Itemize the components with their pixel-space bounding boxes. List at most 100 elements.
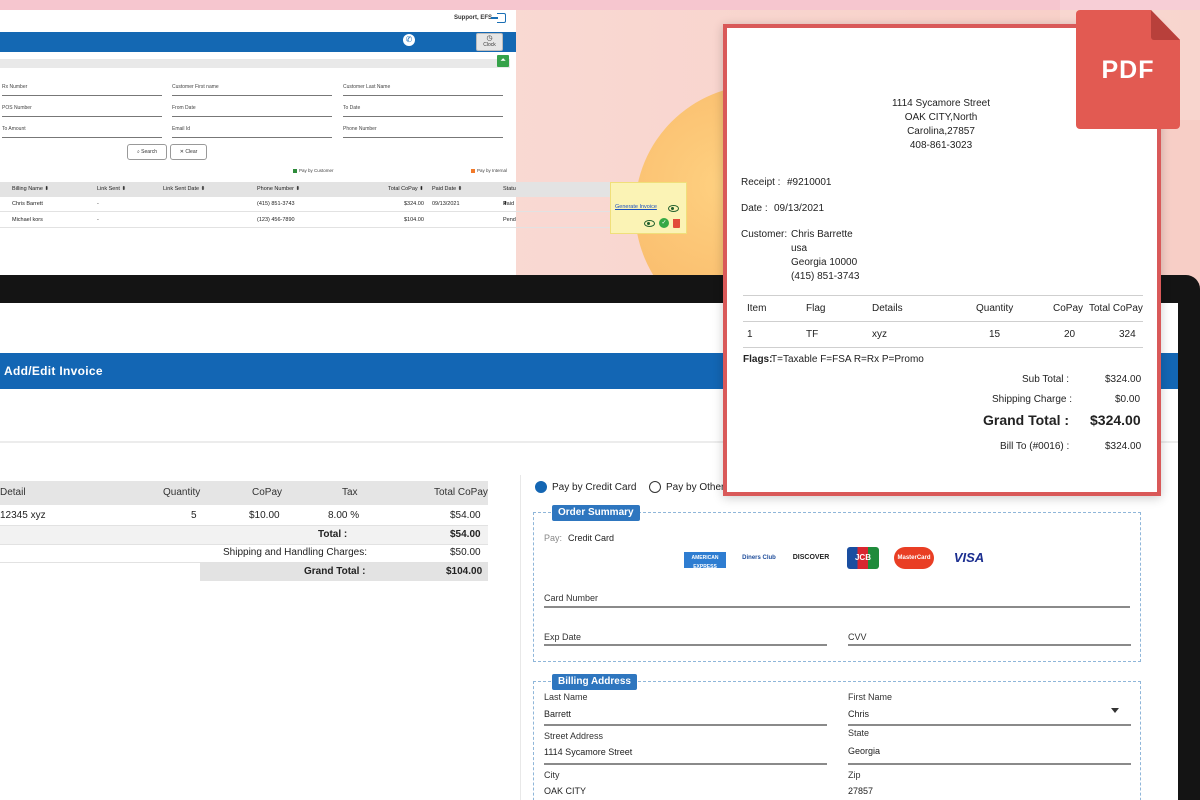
item-quantity: 5 xyxy=(191,510,197,521)
last-name-value[interactable]: Barrett xyxy=(544,709,571,719)
billing-address-section: Billing Address Last Name Barrett First … xyxy=(533,674,1141,800)
item-number: 1 xyxy=(747,329,753,340)
item-details: xyz xyxy=(872,329,887,340)
total-label: Total : xyxy=(318,529,348,540)
item-flag: TF xyxy=(806,329,819,340)
filter-to-date[interactable]: To Date xyxy=(343,103,503,117)
search-button[interactable]: ⌕ Search xyxy=(127,144,167,160)
invoice-list-panel: Support, EFS ✆ Clock ⏶ Rx Number Custome… xyxy=(0,10,516,275)
jcb-icon: JCB xyxy=(847,547,879,569)
flags-label: Flags: xyxy=(743,354,773,365)
cvv-field[interactable] xyxy=(848,644,1131,646)
bill-to-label: Bill To (#0016) : xyxy=(1000,441,1070,452)
clock-button[interactable]: Clock xyxy=(476,33,503,51)
zip-label: Zip xyxy=(848,770,861,780)
grand-total-label: Grand Total : xyxy=(304,566,366,577)
grand-total-value: $104.00 xyxy=(446,566,483,577)
eye-icon[interactable] xyxy=(644,220,655,227)
item-total: 324 xyxy=(1119,329,1136,340)
col-quantity: Quantity xyxy=(976,303,1014,314)
pay-credit-card-radio[interactable] xyxy=(535,481,547,493)
pay-credit-card-label[interactable]: Pay by Credit Card xyxy=(552,482,636,493)
state-select[interactable] xyxy=(848,763,1131,765)
flags-text: T=Taxable F=FSA R=Rx P=Promo xyxy=(771,354,924,365)
pdf-badge-text: PDF xyxy=(1101,56,1155,84)
shipping-value: $0.00 xyxy=(1115,394,1141,405)
top-nav-bar xyxy=(0,32,516,52)
phone-icon[interactable]: ✆ xyxy=(403,34,415,46)
item-total: $54.00 xyxy=(450,510,481,521)
filter-first-name[interactable]: Customer First name xyxy=(172,82,332,96)
trash-icon[interactable] xyxy=(673,219,680,228)
filter-rx-number[interactable]: Rx Number xyxy=(2,82,162,96)
customer-region: Georgia 10000 xyxy=(791,257,858,268)
col-flag: Flag xyxy=(806,303,826,314)
filter-to-amount[interactable]: To Amount xyxy=(2,124,162,138)
card-number-field[interactable] xyxy=(544,606,1130,608)
row-name: Chris Barrett xyxy=(12,201,43,207)
visa-icon: VISA xyxy=(953,550,985,565)
col-paid-date[interactable]: Paid Date ⬍ xyxy=(432,182,462,197)
last-name-field[interactable] xyxy=(544,724,827,726)
receipt-table-row: 1 TF xyz 15 20 324 xyxy=(743,322,1143,348)
page-title: Add/Edit Invoice xyxy=(4,364,103,378)
state-value[interactable]: Georgia xyxy=(848,746,880,756)
table-header: Detail Quantity CoPay Tax Total CoPay xyxy=(0,481,488,505)
table-row: Michael kors - (123) 456-7890 $104.00 Pe… xyxy=(0,213,516,228)
col-billing-name[interactable]: Billing Name ⬍ xyxy=(12,182,49,197)
receipt-address-line2: OAK CITY,North xyxy=(904,112,978,123)
billing-address-tag: Billing Address xyxy=(552,674,637,690)
clear-button[interactable]: ✕ Clear xyxy=(170,144,207,160)
col-detail: Detail xyxy=(0,487,26,498)
total-row-bg xyxy=(0,525,488,544)
col-total-copay[interactable]: Total CoPay ⬍ xyxy=(388,182,424,197)
zip-value[interactable]: 27857 xyxy=(848,786,873,796)
clear-label: Clear xyxy=(185,149,198,155)
bill-to-value: $324.00 xyxy=(1105,441,1142,452)
filter-from-date[interactable]: From Date xyxy=(172,103,332,117)
street-field[interactable] xyxy=(544,763,827,765)
order-summary-section: Order Summary Pay: Credit Card AMERICAN … xyxy=(533,505,1141,662)
shipping-label: Shipping Charge : xyxy=(992,394,1073,405)
top-header: Support, EFS xyxy=(0,10,516,32)
discover-icon: DISCOVER xyxy=(792,554,830,561)
row-copay: $104.00 xyxy=(404,217,424,223)
receipt-table-header: Item Flag Details Quantity CoPay Total C… xyxy=(743,295,1143,322)
col-quantity: Quantity xyxy=(163,487,201,498)
first-name-field[interactable] xyxy=(848,724,1131,726)
filter-pos-number[interactable]: POS Number xyxy=(2,103,162,117)
receipt-address-line1: 1114 Sycamore Street xyxy=(891,98,990,109)
collapse-icon[interactable]: ⏶ xyxy=(497,55,509,67)
customer-name: Chris Barrette xyxy=(791,229,853,240)
col-status[interactable]: Status ⬍ xyxy=(503,182,516,207)
receipt-number: #9210001 xyxy=(787,177,832,188)
chevron-down-icon[interactable] xyxy=(1111,708,1119,713)
filter-email[interactable]: Email Id xyxy=(172,124,332,138)
col-total-copay: Total CoPay xyxy=(1089,303,1143,314)
shipping-value: $50.00 xyxy=(450,547,481,558)
col-item: Item xyxy=(747,303,767,314)
generate-invoice-link[interactable]: Generate Invoice xyxy=(615,204,657,210)
col-phone-number[interactable]: Phone Number ⬍ xyxy=(257,182,300,197)
customer-country: usa xyxy=(791,243,808,254)
pay-other-radio[interactable] xyxy=(649,481,661,493)
grand-total-value: $324.00 xyxy=(1090,412,1141,428)
filter-bar xyxy=(0,59,510,68)
col-link-sent-date[interactable]: Link Sent Date ⬍ xyxy=(163,182,205,197)
logout-icon[interactable] xyxy=(491,13,506,23)
mastercard-icon: MasterCard xyxy=(894,547,934,569)
pay-other-label[interactable]: Pay by Other xyxy=(666,482,724,493)
check-icon[interactable]: ✓ xyxy=(659,218,669,228)
filter-last-name[interactable]: Customer Last Name xyxy=(343,82,503,96)
col-link-sent[interactable]: Link Sent ⬍ xyxy=(97,182,126,197)
order-summary-tag: Order Summary xyxy=(552,505,640,521)
first-name-value[interactable]: Chris xyxy=(848,709,869,719)
street-value[interactable]: 1114 Sycamore Street xyxy=(544,747,632,757)
city-value[interactable]: OAK CITY xyxy=(544,786,586,796)
filter-phone[interactable]: Phone Number xyxy=(343,124,503,138)
table-row: Chris Barrett - (415) 851-3743 $324.00 0… xyxy=(0,197,516,212)
eye-icon[interactable] xyxy=(668,205,679,212)
shipping-label: Shipping and Handling Charges: xyxy=(223,547,367,558)
divider xyxy=(0,525,488,526)
exp-date-field[interactable] xyxy=(544,644,827,646)
